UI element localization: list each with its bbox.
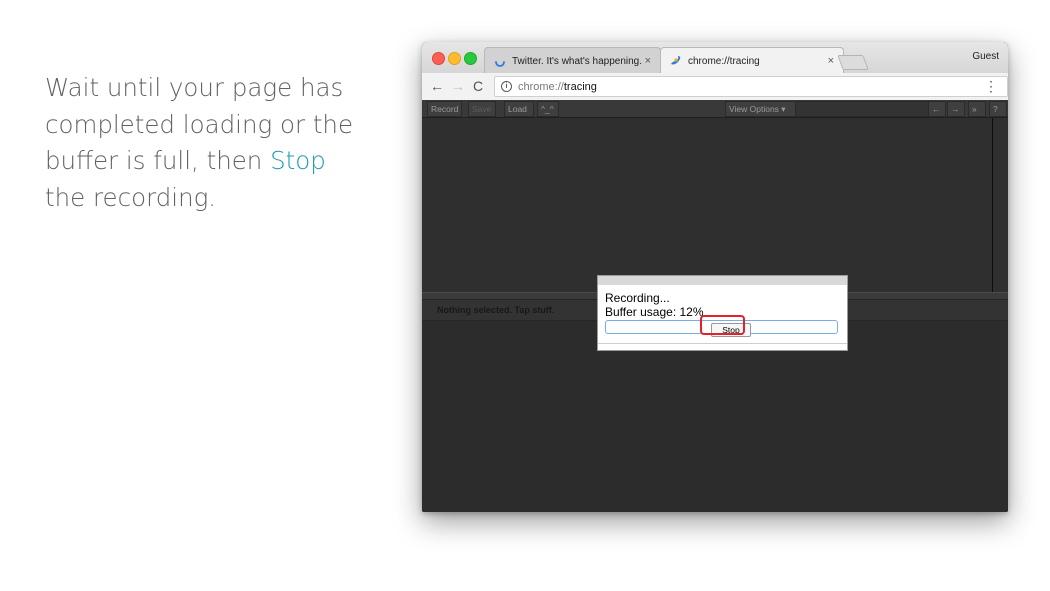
record-button[interactable]: Record — [427, 101, 462, 117]
url-host: tracing — [563, 80, 597, 93]
instruction-text: Wait until your page has completed loadi… — [45, 70, 365, 216]
tab-tracing-close-icon[interactable]: × — [828, 55, 834, 67]
chrome-tracing-icon — [671, 56, 681, 65]
tab-twitter-title: Twitter. It's what's happening. — [512, 55, 642, 67]
mode-button[interactable]: ^_^ — [537, 101, 559, 117]
help-icon[interactable]: ? — [989, 101, 1007, 117]
reload-icon[interactable]: C — [473, 77, 483, 95]
dialog-footer — [598, 343, 847, 351]
address-bar[interactable]: i chrome://tracing — [494, 76, 1008, 97]
tab-twitter[interactable]: Twitter. It's what's happening. × — [484, 47, 661, 74]
info-icon[interactable]: i — [501, 81, 512, 92]
instruction-line-3-prefix: buffer is full, then — [45, 146, 271, 175]
next-arrow-icon[interactable]: → — [947, 101, 965, 117]
recording-status-text: Recording... — [605, 291, 670, 305]
track-scrollbar[interactable] — [992, 118, 993, 292]
recording-dialog: Recording... Buffer usage: 12% Stop — [597, 275, 848, 351]
timeline-track-area[interactable] — [422, 118, 1008, 292]
url-scheme: chrome:// — [518, 80, 564, 93]
stop-highlight-annotation — [700, 315, 745, 335]
window-minimize-button[interactable] — [448, 52, 461, 65]
load-button[interactable]: Load — [504, 101, 534, 117]
forward-arrow-icon[interactable]: → — [451, 77, 465, 95]
loading-spinner-icon — [495, 61, 505, 67]
dialog-title-bar — [598, 276, 847, 285]
tracing-toolbar: Record Save Load ^_^ View Options ▾ ← → … — [422, 100, 1008, 118]
browser-toolbar: ← → C i chrome://tracing ⋮ — [422, 73, 1008, 101]
menu-dots-icon[interactable]: ⋮ — [984, 78, 998, 94]
instruction-line-1: Wait until your page has — [45, 73, 344, 102]
new-tab-button[interactable] — [837, 55, 869, 70]
prev-arrow-icon[interactable]: ← — [928, 101, 946, 117]
url-text: chrome://tracing — [518, 81, 597, 93]
instruction-line-3: buffer is full, then Stop — [45, 143, 365, 180]
search-input[interactable] — [795, 101, 931, 117]
collapse-icon[interactable]: » — [968, 101, 986, 117]
profile-label[interactable]: Guest — [972, 51, 999, 62]
view-options-button[interactable]: View Options ▾ — [725, 101, 797, 117]
browser-window: Twitter. It's what's happening. × chrome… — [422, 42, 1008, 512]
instruction-line-4: the recording. — [45, 182, 217, 212]
window-close-button[interactable] — [432, 52, 445, 65]
analysis-status-text: Nothing selected. Tap stuff. — [437, 305, 555, 315]
instruction-line-2: completed loading or the — [45, 109, 354, 139]
window-maximize-button[interactable] — [464, 52, 477, 65]
tab-tracing-title: chrome://tracing — [688, 55, 760, 67]
save-button[interactable]: Save — [468, 101, 496, 117]
buffer-usage-text: Buffer usage: 12% — [605, 305, 704, 319]
tab-twitter-close-icon[interactable]: × — [645, 55, 651, 67]
instruction-stop-highlight: Stop — [270, 146, 326, 175]
title-bar: Twitter. It's what's happening. × chrome… — [422, 42, 1008, 74]
tab-chrome-tracing[interactable]: chrome://tracing × — [660, 47, 844, 74]
back-arrow-icon[interactable]: ← — [430, 77, 444, 95]
